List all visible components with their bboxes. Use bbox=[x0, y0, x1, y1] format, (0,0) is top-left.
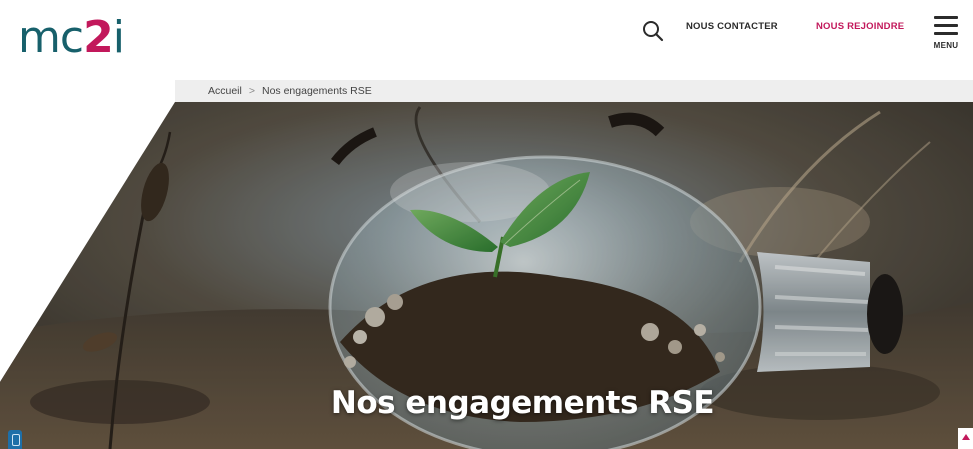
logo-text-mc: mc bbox=[18, 12, 84, 63]
breadcrumb-current: Nos engagements RSE bbox=[262, 85, 372, 97]
scroll-to-top-button[interactable] bbox=[958, 428, 973, 449]
search-icon bbox=[643, 21, 664, 42]
accessibility-icon bbox=[12, 434, 20, 446]
logo-text-i: i bbox=[112, 12, 125, 63]
menu-label: MENU bbox=[933, 41, 959, 50]
hero-title: Nos engagements RSE bbox=[330, 384, 715, 421]
nav-join-link[interactable]: NOUS REJOINDRE bbox=[816, 20, 904, 34]
logo[interactable]: mc2i bbox=[18, 10, 125, 66]
nav-contact-link[interactable]: NOUS CONTACTER bbox=[686, 20, 778, 34]
search-button[interactable] bbox=[640, 18, 666, 44]
accessibility-toggle-button[interactable] bbox=[8, 430, 22, 449]
logo-text-2: 2 bbox=[83, 12, 114, 63]
hero-banner: Nos engagements RSE bbox=[0, 102, 973, 449]
breadcrumb-home-link[interactable]: Accueil bbox=[208, 85, 242, 97]
breadcrumb-separator: > bbox=[248, 85, 255, 97]
site-header: mc2i NOUS CONTACTER NOUS REJOINDRE MENU bbox=[0, 0, 973, 80]
menu-button[interactable]: MENU bbox=[930, 14, 962, 56]
arrow-up-icon bbox=[962, 434, 970, 440]
breadcrumb: Accueil > Nos engagements RSE bbox=[175, 80, 973, 102]
